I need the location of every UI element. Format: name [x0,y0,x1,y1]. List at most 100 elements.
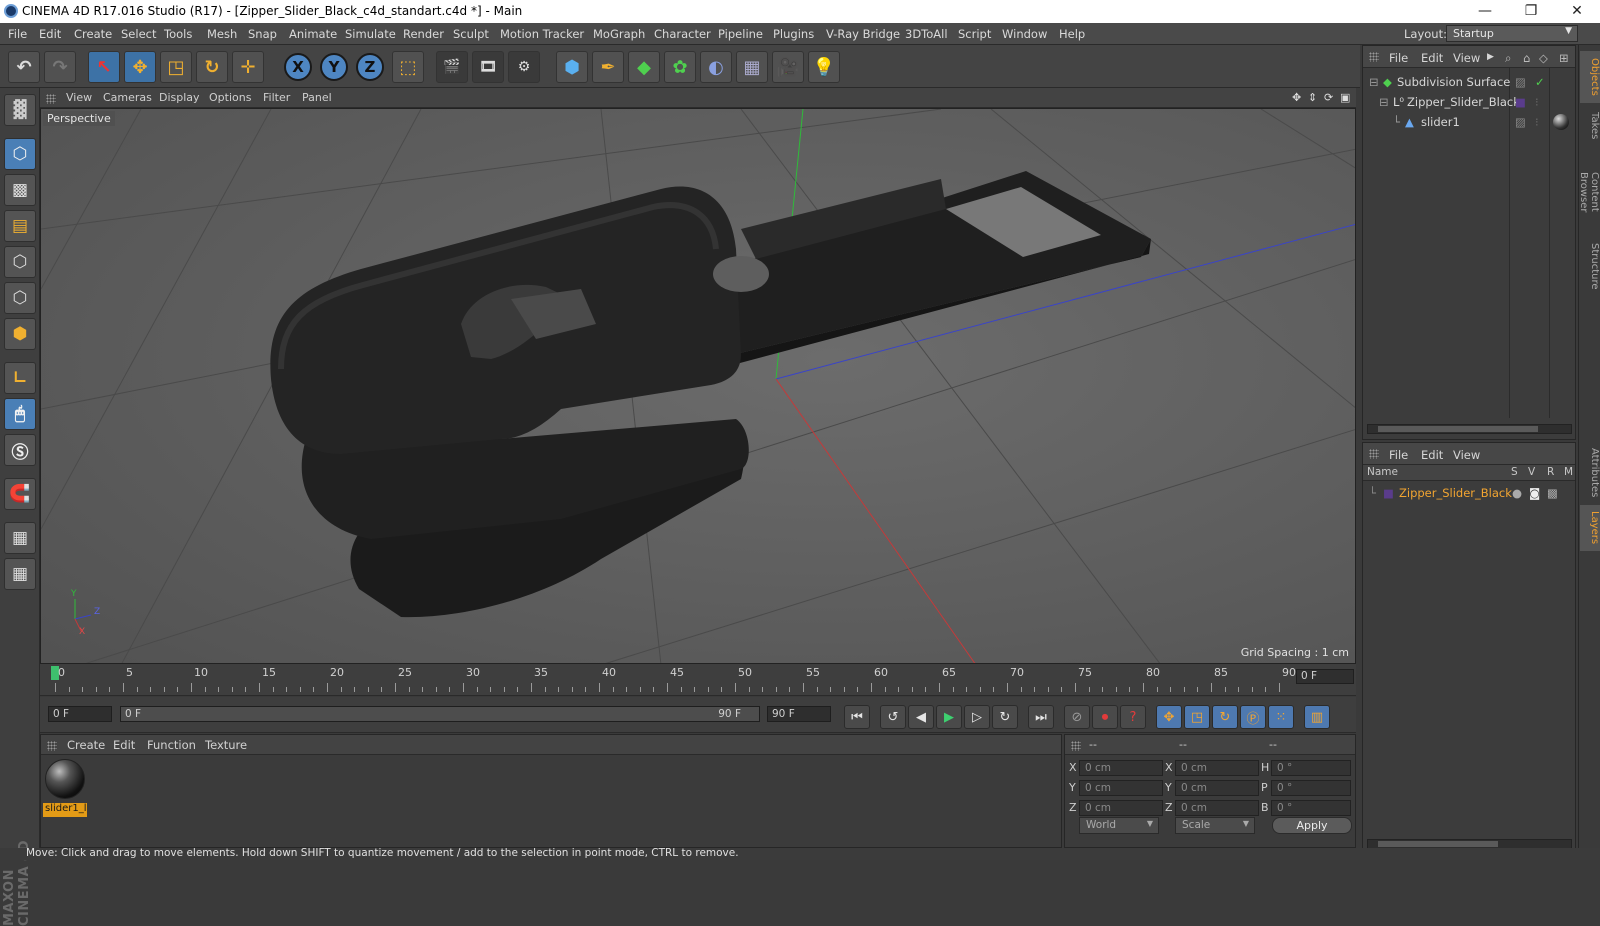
editor-visibility-icon[interactable]: ▨ [1515,75,1526,89]
collapse-icon[interactable]: ⊟ [1379,95,1389,109]
menu-window[interactable]: Window [1002,27,1047,41]
scrollbar-thumb[interactable] [1378,841,1498,847]
tab-objects[interactable]: Objects [1580,51,1600,103]
move-tool-icon[interactable]: ✥ [124,51,156,83]
panel-grip-icon[interactable] [1369,52,1379,62]
restore-button[interactable]: ❐ [1508,0,1554,23]
record-position-icon[interactable]: ✥ [1156,705,1182,729]
menu-snap[interactable]: Snap [248,27,277,41]
menu-mesh[interactable]: Mesh [207,27,237,41]
viewport-menu-display[interactable]: Display [159,91,200,104]
viewport-camera-label[interactable]: Perspective [43,111,115,126]
column-name[interactable]: Name [1367,466,1398,478]
z-axis-lock-button[interactable]: Z [356,53,384,81]
rotate-view-icon[interactable]: ⟳ [1324,91,1333,104]
frame-range-slider[interactable]: 0 F 90 F [120,706,760,722]
menu-sculpt[interactable]: Sculpt [453,27,489,41]
material-menu-texture[interactable]: Texture [205,738,247,752]
coordinate-system-icon[interactable]: ⬚ [392,51,424,83]
menu-motion-tracker[interactable]: Motion Tracker [500,27,584,41]
workplane-lock-icon[interactable]: ▦ [4,522,36,554]
material-name[interactable]: slider1_l [43,803,87,817]
live-selection-icon[interactable]: ↖ [88,51,120,83]
record-rotation-icon[interactable]: ↻ [1212,705,1238,729]
timeline-ruler[interactable]: 0 5 10 15 20 25 30 35 40 45 50 55 60 65 70 75 80 85 90 0 F [40,664,1356,696]
edges-mode-icon[interactable]: ⬡ [4,282,36,314]
add-tool-icon[interactable]: ✛ [232,51,264,83]
subdivision-surface-icon[interactable]: ◆ [628,51,660,83]
go-to-next-key-icon[interactable]: ↻ [992,705,1018,729]
viewport-menu-view[interactable]: View [66,91,92,104]
record-scale-icon[interactable]: ◳ [1184,705,1210,729]
material-tag-icon[interactable] [1553,114,1569,130]
tweak-mode-icon[interactable]: 🖱 [4,398,36,430]
end-frame-field[interactable]: 90 F [767,706,831,722]
viewport-menu-options[interactable]: Options [209,91,251,104]
size-z-field[interactable]: 0 cm [1175,800,1259,816]
position-x-field[interactable]: 0 cm [1079,760,1163,776]
menu-script[interactable]: Script [958,27,991,41]
maximize-view-icon[interactable]: ▣ [1340,91,1350,104]
rotation-h-field[interactable]: 0 ° [1271,760,1351,776]
render-picture-viewer-icon[interactable]: 🎞 [472,51,504,83]
column-manager[interactable]: M [1564,466,1573,478]
current-frame-field[interactable]: 0 F [1296,669,1354,684]
objects-menu-view[interactable]: View [1453,51,1480,65]
panel-grip-icon[interactable] [46,94,56,104]
layer-row[interactable]: └ ■ Zipper_Slider_Black ● ◙ ▩ [1363,483,1575,503]
column-render[interactable]: R [1547,466,1554,478]
search-icon[interactable]: ⌕ [1505,51,1511,66]
layers-menu-edit[interactable]: Edit [1421,448,1443,462]
undo-icon[interactable]: ↶ [8,51,40,83]
object-row-slider1[interactable]: └ ▲ slider1 ▨ ⁝ [1363,112,1575,132]
viewport-menu-filter[interactable]: Filter [263,91,290,104]
axis-mode-icon[interactable]: ∟ [4,362,36,394]
material-preview-swatch[interactable] [45,759,85,799]
cloner-icon[interactable]: ✿ [664,51,696,83]
layer-color-icon[interactable]: ■ [1515,95,1526,109]
menu-select[interactable]: Select [121,27,156,41]
model-mode-icon[interactable]: ⬡ [4,138,36,170]
scrollbar-thumb[interactable] [1378,426,1538,432]
cube-primitive-icon[interactable]: ⬢ [556,51,588,83]
menu-vray-bridge[interactable]: V-Ray Bridge [826,27,900,41]
menu-file[interactable]: File [8,27,27,41]
panel-grip-icon[interactable] [47,741,57,751]
workplane-grid-icon[interactable]: ▦ [4,558,36,590]
tab-content-browser[interactable]: Content Browser [1578,149,1600,235]
tab-layers[interactable]: Layers [1580,505,1600,551]
workplane-icon[interactable]: ▤ [4,210,36,242]
position-y-field[interactable]: 0 cm [1079,780,1163,796]
menu-pipeline[interactable]: Pipeline [718,27,763,41]
size-y-field[interactable]: 0 cm [1175,780,1259,796]
go-to-previous-key-icon[interactable]: ↺ [880,705,906,729]
magnet-icon[interactable]: 🧲 [4,478,36,510]
menu-tools[interactable]: Tools [164,27,192,41]
redo-icon[interactable]: ↷ [44,51,76,83]
material-menu-function[interactable]: Function [147,738,196,752]
menu-arrow-icon[interactable]: ▶ [1487,52,1494,62]
close-button[interactable]: ✕ [1554,0,1600,23]
polygons-mode-icon[interactable]: ⬢ [4,318,36,350]
viewport-menu-panel[interactable]: Panel [302,91,332,104]
object-manager-scrollbar[interactable] [1367,424,1572,434]
bookmark-icon[interactable]: ◇ [1539,51,1548,65]
make-editable-icon[interactable]: ▓ [4,94,36,126]
tab-structure[interactable]: Structure [1580,237,1600,295]
position-z-field[interactable]: 0 cm [1079,800,1163,816]
render-settings-icon[interactable]: ⚙ [508,51,540,83]
menu-character[interactable]: Character [654,27,711,41]
enabled-check-icon[interactable]: ✓ [1535,75,1545,89]
object-row-subdivision-surface[interactable]: ⊟ ◆ Subdivision Surface ▨ ✓ [1363,72,1575,92]
menu-simulate[interactable]: Simulate [345,27,396,41]
3d-viewport[interactable]: Perspective Y Z X Grid Spacing : 1 cm [40,108,1356,664]
layers-menu-view[interactable]: View [1453,448,1480,462]
menu-render[interactable]: Render [403,27,444,41]
pen-spline-icon[interactable]: ✒ [592,51,624,83]
deformer-icon[interactable]: ◐ [700,51,732,83]
light-icon[interactable]: 💡 [808,51,840,83]
minimize-button[interactable]: — [1462,0,1508,23]
objects-menu-edit[interactable]: Edit [1421,51,1443,65]
floor-icon[interactable]: ▦ [736,51,768,83]
view-toggle-icon[interactable]: ◙ [1529,486,1540,500]
